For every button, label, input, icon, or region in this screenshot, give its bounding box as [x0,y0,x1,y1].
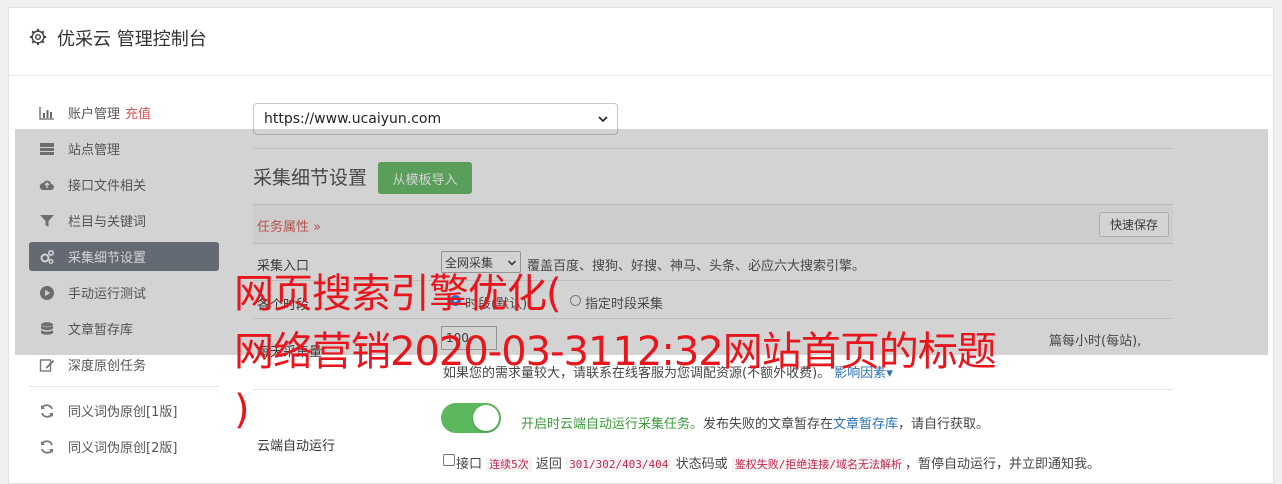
mid1: 返回 [535,457,562,472]
sidebar-item-collection-settings[interactable]: 采集细节设置 [29,242,219,271]
gear-icon [29,28,47,46]
site-select-value: https://www.ucaiyun.com [264,111,442,127]
overlay-title-line3: ) [234,387,250,433]
cogs-icon [39,249,55,265]
divider [253,148,1173,149]
overlay-title-line1: 网页搜索引擎优化( [234,271,562,317]
entry-description: 覆盖百度、搜狗、好搜、神马、头条、必应六大搜索引擎。 [527,259,866,274]
sidebar: 账户管理 充值 站点管理 接口文件相关 栏目与关键词 采集细节设置 手动运行测试… [29,98,219,468]
cloud-auto-run-toggle[interactable] [441,403,501,433]
sidebar-item-account[interactable]: 账户管理 充值 [29,98,219,127]
import-template-button[interactable]: 从模板导入 [378,162,472,194]
page-title: 优采云 管理控制台 [57,29,207,50]
sidebar-item-synonym-v1[interactable]: 同义词伪原创[1版] [29,396,219,425]
sidebar-item-label: 站点管理 [68,143,121,158]
sidebar-item-synonym-v2[interactable]: 同义词伪原创[2版] [29,432,219,461]
main-panel: https://www.ucaiyun.com 采集细节设置 从模板导入 任务属… [253,8,1173,483]
task-props-label: 任务属性 [257,220,310,235]
sidebar-item-label: 深度原创任务 [68,359,147,374]
sidebar-item-deep-original[interactable]: 深度原创任务 [29,350,219,379]
sidebar-item-label: 采集细节设置 [68,251,147,266]
quick-save-button[interactable]: 快速保存 [1099,212,1169,237]
refresh-icon [39,403,55,419]
pause-on-error-checkbox[interactable] [443,454,455,466]
task-props-bar: 任务属性 » 快速保存 [253,204,1173,244]
page-scrollbar[interactable] [1275,0,1282,484]
section-title: 采集细节设置 [253,167,368,189]
toggle-knob [473,405,499,431]
cloud-desc-mid: 发布失败的文章暂存在 [703,417,834,432]
chevron-down-icon [597,113,609,125]
chevron-down-icon [507,257,517,267]
code-status: 301/302/403/404 [566,457,672,472]
pause-rule-text: 接口 连续5次 返回 301/302/403/404 状态码或 鉴权失败/拒绝连… [456,453,1100,472]
pause-tail: ，暂停自动运行，并立即通知我。 [904,457,1100,472]
sidebar-divider [29,386,219,387]
bar-chart-icon [39,105,55,121]
entry-select-value: 全网采集 [445,255,494,270]
task-props-toggle[interactable]: 任务属性 » [257,216,321,235]
cloud-desc: 开启时云端自动运行采集任务。发布失败的文章暂存在文章暂存库，请自行获取。 [521,413,989,432]
sidebar-item-label: 同义词伪原创[1版] [68,405,178,420]
server-icon [39,141,55,157]
sidebar-item-interface-files[interactable]: 接口文件相关 [29,170,219,199]
overlay-title-line2: 网络营销2020-03-3112:32网站首页的标题 [234,329,997,375]
sidebar-item-label: 栏目与关键词 [68,215,147,230]
sidebar-item-manual-run[interactable]: 手动运行测试 [29,278,219,307]
amount-desc-tail: 篇每小时(每站), [1049,334,1142,349]
filter-icon [39,213,55,229]
code-consecutive: 连续5次 [486,457,532,472]
sidebar-item-categories-keywords[interactable]: 栏目与关键词 [29,206,219,235]
console-card: 优采云 管理控制台 账户管理 充值 站点管理 接口文件相关 栏目与关键词 采集细… [8,7,1274,484]
article-store-link[interactable]: 文章暂存库 [833,417,898,432]
sidebar-item-sites[interactable]: 站点管理 [29,134,219,163]
mid2: 状态码或 [675,457,728,472]
sidebar-item-article-store[interactable]: 文章暂存库 [29,314,219,343]
edit-icon [39,357,55,373]
chk-label: 接口 [456,457,483,472]
cloud-desc-tail: ，请自行获取。 [898,417,990,432]
radio-specific-time-label: 指定时段采集 [585,297,664,312]
chevron-double-down-icon: » [313,220,322,235]
sidebar-item-label: 手动运行测试 [68,287,147,302]
code-errors: 鉴权失败/拒绝连接/域名无法解析 [731,457,905,472]
radio-specific-time[interactable] [570,295,581,306]
row-label: 云端自动运行 [257,439,336,454]
sidebar-item-label: 同义词伪原创[2版] [68,441,178,456]
sidebar-item-label: 接口文件相关 [68,179,147,194]
refresh-icon [39,439,55,455]
cloud-upload-icon [39,177,55,193]
recharge-link[interactable]: 充值 [125,103,151,122]
sidebar-item-label: 文章暂存库 [68,323,134,338]
play-circle-icon [39,285,55,301]
site-select[interactable]: https://www.ucaiyun.com [253,103,618,135]
cloud-desc-green: 开启时云端自动运行采集任务。 [521,417,704,432]
database-icon [39,321,55,337]
row-cloud-auto-run: 云端自动运行 开启时云端自动运行采集任务。发布失败的文章暂存在文章暂存库，请自行… [253,390,1173,484]
sidebar-item-label: 账户管理 [68,107,121,122]
